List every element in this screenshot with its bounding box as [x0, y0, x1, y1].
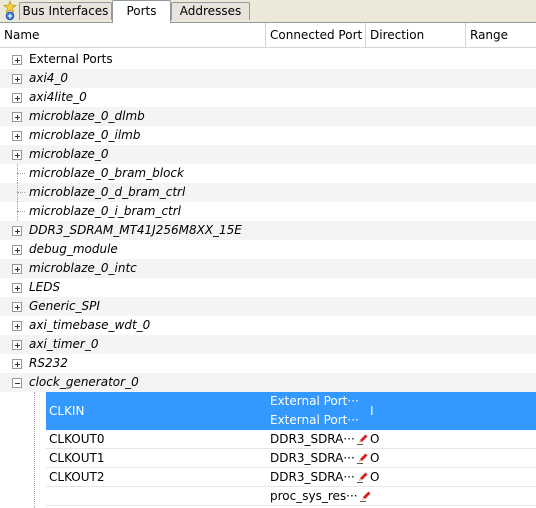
expand-icon[interactable]	[12, 245, 22, 255]
tree-connector	[17, 173, 25, 174]
tab-addresses[interactable]: Addresses	[171, 2, 250, 20]
expand-icon[interactable]	[12, 150, 22, 160]
connected-port-value[interactable]: DDR3_SDRA···	[270, 468, 368, 487]
tree-item-label: axi4_0	[29, 71, 69, 85]
column-name[interactable]: Name	[0, 23, 266, 47]
port-direction: O	[370, 470, 380, 484]
port-direction: O	[370, 451, 380, 465]
connected-port-text: DDR3_SDRA···	[270, 432, 355, 446]
ports-tree: External Ports axi4_0 axi4lite_0 microblaze…	[0, 48, 536, 508]
tab-bus-interfaces[interactable]: Bus Interfaces	[19, 2, 112, 20]
column-direction[interactable]: Direction	[366, 23, 466, 47]
expand-icon[interactable]	[12, 340, 22, 350]
tree-item[interactable]: clock_generator_0	[0, 373, 536, 392]
pencil-icon[interactable]	[359, 491, 371, 502]
connected-port-text: DDR3_SDRA···	[270, 470, 355, 484]
tree-item[interactable]: microblaze_0_i_bram_ctrl	[0, 202, 536, 221]
connected-port-text: External Port···	[270, 413, 359, 427]
port-row-selected[interactable]: CLKIN External Port··· External Port··· I	[0, 392, 536, 430]
tree-item-label: clock_generator_0	[29, 375, 139, 389]
port-direction: O	[370, 432, 380, 446]
tree-connector	[17, 183, 18, 202]
column-connected-port[interactable]: Connected Port	[266, 23, 366, 47]
expand-icon[interactable]	[12, 131, 22, 141]
expand-icon[interactable]	[12, 74, 22, 84]
tree-item-label: axi4lite_0	[29, 90, 87, 104]
pencil-icon[interactable]	[356, 434, 368, 445]
tree-item-label: External Ports	[29, 52, 113, 66]
expand-icon[interactable]	[12, 264, 22, 274]
port-name: CLKOUT1	[49, 451, 105, 465]
tree-item[interactable]: axi_timer_0	[0, 335, 536, 354]
tree-item[interactable]: Generic_SPI	[0, 297, 536, 316]
expand-icon[interactable]	[12, 93, 22, 103]
connected-port-text: External Port···	[270, 394, 359, 408]
tree-item-label: microblaze_0_ilmb	[29, 128, 141, 142]
expand-icon[interactable]	[12, 112, 22, 122]
port-direction: I	[370, 404, 374, 418]
tree-connector	[17, 192, 25, 193]
expand-icon[interactable]	[12, 55, 22, 65]
tree-item[interactable]: microblaze_0_intc	[0, 259, 536, 278]
pencil-icon[interactable]	[356, 472, 368, 483]
expand-icon[interactable]	[12, 359, 22, 369]
tree-item-label: microblaze_0_i_bram_ctrl	[29, 204, 182, 218]
ports-panel: Bus Interfaces Ports Addresses Name Conn…	[0, 0, 536, 508]
tree-item[interactable]: microblaze_0_ilmb	[0, 126, 536, 145]
tree-item[interactable]: External Ports	[0, 50, 536, 69]
tree-item[interactable]: microblaze_0_d_bram_ctrl	[0, 183, 536, 202]
tree-item[interactable]: axi4_0	[0, 69, 536, 88]
tree-item-label: microblaze_0_dlmb	[29, 109, 145, 123]
column-header: Name Connected Port Direction Range	[0, 23, 536, 48]
expand-icon[interactable]	[12, 321, 22, 331]
expand-icon[interactable]	[12, 302, 22, 312]
tab-ports[interactable]: Ports	[112, 0, 171, 23]
tree-item[interactable]: debug_module	[0, 240, 536, 259]
collapse-icon[interactable]	[12, 378, 22, 388]
tree-item-label: microblaze_0_intc	[29, 261, 137, 275]
connected-port-value[interactable]: External Port···	[270, 411, 359, 430]
port-row[interactable]: CLKOUT2 DDR3_SDRA··· O	[0, 468, 536, 487]
connected-port-value[interactable]: External Port···	[270, 392, 359, 411]
tree-item-label: DDR3_SDRAM_MT41J256M8XX_15E	[29, 223, 242, 237]
column-range[interactable]: Range	[466, 23, 536, 47]
tree-connector	[17, 211, 25, 212]
tree-item-label: LEDS	[29, 280, 61, 294]
tree-item-label: Generic_SPI	[29, 299, 100, 313]
add-star-icon[interactable]	[3, 0, 17, 22]
tree-item-label: axi_timebase_wdt_0	[29, 318, 151, 332]
tree-item-label: axi_timer_0	[29, 337, 99, 351]
expand-icon[interactable]	[12, 283, 22, 293]
port-name: CLKIN	[49, 404, 85, 418]
tree-connector	[17, 164, 18, 183]
port-row[interactable]: proc_sys_res···	[0, 487, 536, 506]
tree-item-label: microblaze_0	[29, 147, 109, 161]
tree-item[interactable]: microblaze_0_dlmb	[0, 107, 536, 126]
port-name: CLKOUT0	[49, 432, 105, 446]
tree-item-label: RS232	[29, 356, 68, 370]
connected-port-value[interactable]: DDR3_SDRA···	[270, 449, 368, 468]
tree-item[interactable]: DDR3_SDRAM_MT41J256M8XX_15E	[0, 221, 536, 240]
pencil-icon[interactable]	[356, 453, 368, 464]
tree-item[interactable]: microblaze_0	[0, 145, 536, 164]
tree-connector	[17, 202, 18, 221]
tree-item-label: debug_module	[29, 242, 118, 256]
tree-item[interactable]: axi4lite_0	[0, 88, 536, 107]
tree-item-label: microblaze_0_bram_block	[29, 166, 184, 180]
tree-item[interactable]: axi_timebase_wdt_0	[0, 316, 536, 335]
tree-item[interactable]: RS232	[0, 354, 536, 373]
tree-item[interactable]: LEDS	[0, 278, 536, 297]
port-row[interactable]: CLKOUT0 DDR3_SDRA··· O	[0, 430, 536, 449]
connected-port-text: DDR3_SDRA···	[270, 451, 355, 465]
port-name: CLKOUT2	[49, 470, 105, 484]
tab-strip: Bus Interfaces Ports Addresses	[0, 0, 536, 23]
expand-icon[interactable]	[12, 226, 22, 236]
tree-item[interactable]: microblaze_0_bram_block	[0, 164, 536, 183]
connected-port-text: proc_sys_res···	[270, 489, 358, 503]
tree-item-label: microblaze_0_d_bram_ctrl	[29, 185, 186, 199]
connected-port-value[interactable]: DDR3_SDRA···	[270, 430, 368, 449]
port-row[interactable]: CLKOUT1 DDR3_SDRA··· O	[0, 449, 536, 468]
connected-port-value[interactable]: proc_sys_res···	[270, 487, 371, 506]
